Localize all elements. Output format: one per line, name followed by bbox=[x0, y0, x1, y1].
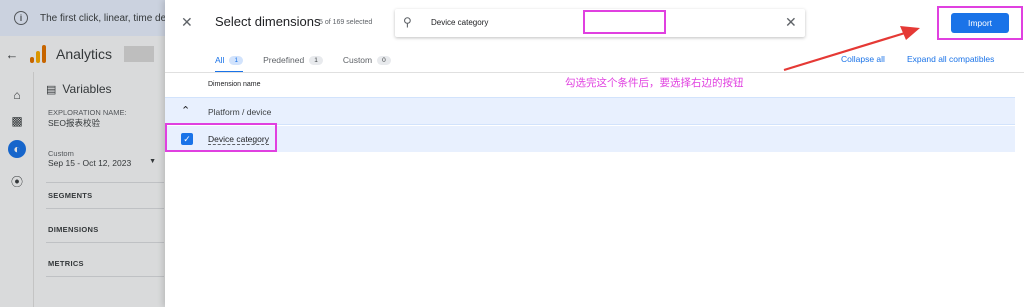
selected-count: 5 of 169 selected bbox=[319, 19, 373, 26]
modal-scrim bbox=[0, 0, 165, 307]
dimension-tabs: All 1 Predefined 1 Custom 0 bbox=[215, 50, 391, 73]
tab-predefined[interactable]: Predefined 1 bbox=[263, 50, 323, 70]
tab-label: All bbox=[215, 55, 225, 65]
tab-label: Custom bbox=[342, 55, 373, 65]
tab-label: Predefined bbox=[263, 55, 305, 65]
tab-count-badge: 0 bbox=[377, 55, 391, 65]
column-header: Dimension name bbox=[208, 81, 261, 88]
select-dimensions-dialog: ✕ Select dimensions 5 of 169 selected ⚲ … bbox=[165, 0, 1024, 307]
tab-all[interactable]: All 1 bbox=[215, 50, 244, 73]
annotation-text: 勾选完这个条件后，要选择右边的按钮 bbox=[565, 77, 744, 89]
tab-custom[interactable]: Custom 0 bbox=[343, 50, 391, 70]
dialog-title: Select dimensions bbox=[215, 14, 321, 29]
search-icon: ⚲ bbox=[403, 15, 412, 29]
close-icon[interactable]: ✕ bbox=[181, 14, 193, 31]
search-input[interactable]: Device category bbox=[431, 18, 488, 27]
chevron-up-icon[interactable]: ⌃ bbox=[181, 104, 190, 117]
dimension-row-device-category[interactable]: ✓ Device category bbox=[165, 126, 1015, 152]
collapse-all-link[interactable]: Collapse all bbox=[841, 54, 885, 64]
tab-count-badge: 1 bbox=[309, 55, 323, 65]
import-highlight-box bbox=[937, 6, 1023, 40]
search-highlight-box bbox=[583, 10, 666, 34]
clear-search-icon[interactable]: ✕ bbox=[785, 14, 797, 31]
item-highlight-box bbox=[165, 123, 277, 152]
expand-all-compatibles-link[interactable]: Expand all compatibles bbox=[907, 54, 994, 64]
group-row-platform-device[interactable]: ⌃ Platform / device bbox=[165, 97, 1015, 125]
tab-count-badge: 1 bbox=[229, 55, 244, 65]
group-label: Platform / device bbox=[208, 107, 272, 117]
divider bbox=[165, 72, 1024, 73]
